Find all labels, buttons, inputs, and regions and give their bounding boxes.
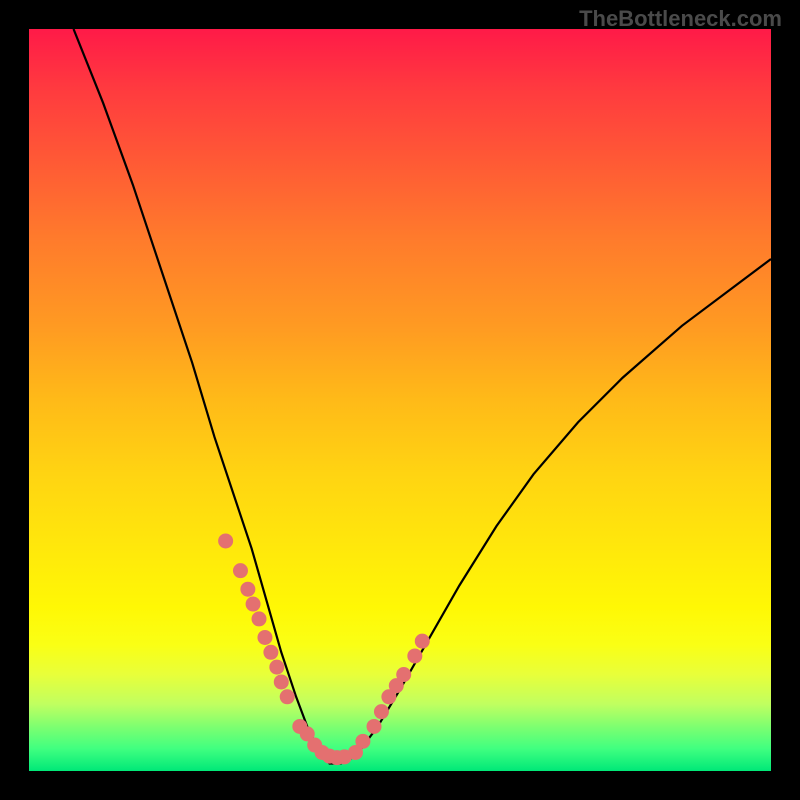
scatter-point (263, 645, 278, 660)
scatter-point (233, 563, 248, 578)
scatter-point (252, 611, 267, 626)
scatter-point (274, 674, 289, 689)
scatter-point (374, 704, 389, 719)
watermark-text: TheBottleneck.com (579, 6, 782, 32)
scatter-point (246, 597, 261, 612)
scatter-point (269, 660, 284, 675)
scatter-point (280, 689, 295, 704)
scatter-point (218, 533, 233, 548)
chart-svg (29, 29, 771, 771)
bottleneck-curve-line (74, 29, 771, 764)
highlighted-points-scatter (218, 533, 430, 765)
scatter-point (396, 667, 411, 682)
scatter-point (367, 719, 382, 734)
scatter-point (415, 634, 430, 649)
scatter-point (407, 648, 422, 663)
scatter-point (257, 630, 272, 645)
chart-container: TheBottleneck.com (0, 0, 800, 800)
scatter-point (355, 734, 370, 749)
scatter-point (240, 582, 255, 597)
plot-area (29, 29, 771, 771)
